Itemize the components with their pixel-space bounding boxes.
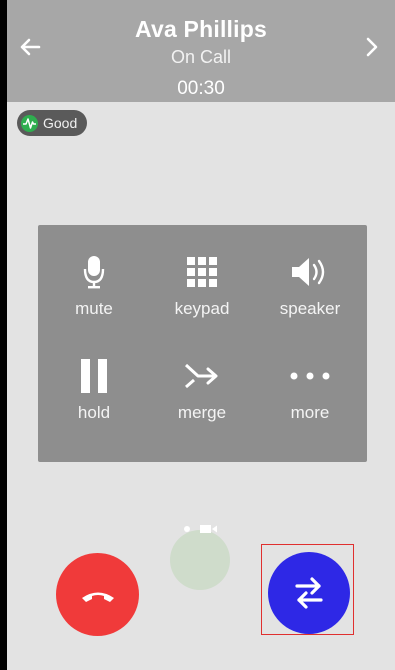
keypad-icon (187, 251, 217, 293)
merge-button[interactable]: merge (152, 329, 252, 429)
merge-label: merge (177, 403, 227, 422)
hold-button[interactable]: hold (44, 329, 144, 429)
background-blur (170, 530, 230, 590)
call-controls-panel: mute keypad speaker hold merge more (38, 225, 367, 462)
call-status: On Call (170, 47, 232, 67)
signal-icon (21, 114, 38, 132)
call-quality-badge: Good (17, 110, 88, 136)
keypad-label: keypad (174, 299, 230, 318)
next-button[interactable] (355, 30, 389, 64)
more-button[interactable]: more (260, 329, 360, 429)
keypad-button[interactable]: keypad (152, 225, 252, 325)
speaker-button[interactable]: speaker (260, 225, 360, 325)
hold-label: hold (77, 403, 111, 422)
call-screen: Ava Phillips On Call 00:30 Good mute key… (0, 0, 395, 670)
call-header: Ava Phillips On Call 00:30 (7, 0, 395, 102)
speaker-icon (291, 251, 329, 293)
chevron-right-icon (366, 37, 378, 57)
mute-label: mute (75, 299, 113, 318)
transfer-call-button[interactable] (268, 552, 350, 634)
hang-up-icon (81, 592, 114, 602)
merge-icon (184, 355, 220, 397)
call-timer: 00:30 (177, 78, 225, 99)
more-icon (290, 355, 330, 397)
caller-name: Ava Phillips (135, 16, 267, 42)
mute-button[interactable]: mute (44, 225, 144, 325)
video-icon (200, 525, 217, 533)
page-indicator (184, 524, 218, 534)
end-call-button[interactable] (56, 553, 139, 636)
page-dot (184, 526, 190, 532)
pause-icon (79, 355, 109, 397)
call-quality-label: Good (43, 115, 78, 131)
transfer-icon (295, 577, 323, 609)
more-label: more (290, 403, 330, 422)
speaker-label: speaker (279, 299, 341, 318)
microphone-icon (83, 251, 105, 293)
